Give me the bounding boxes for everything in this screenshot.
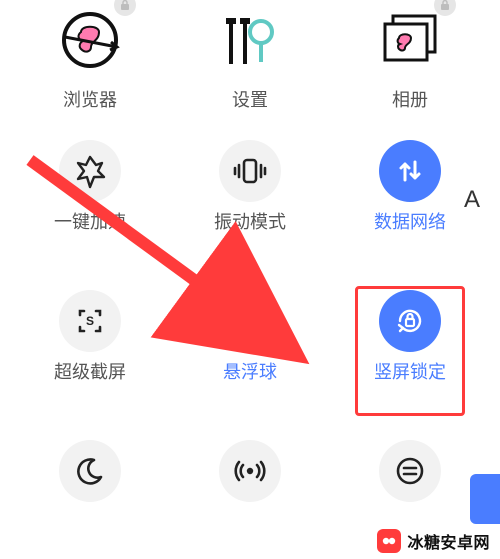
toggle-vibrate[interactable]: 振动模式 xyxy=(170,140,330,290)
watermark: 冰糖安卓网 xyxy=(377,529,490,553)
toggle-label: 竖屏锁定 xyxy=(374,358,446,384)
app-settings[interactable]: 设置 xyxy=(170,0,330,140)
app-browser[interactable]: 浏览器 xyxy=(10,0,170,140)
lock-badge-icon xyxy=(114,0,136,16)
gallery-icon xyxy=(370,0,450,80)
toggle-label: 振动模式 xyxy=(214,208,286,234)
watermark-text: 冰糖安卓网 xyxy=(407,529,490,553)
speedup-icon xyxy=(59,140,121,202)
svg-text:S: S xyxy=(86,314,94,328)
quick-settings-row-2: S 超级截屏 悬浮球 竖屏锁定 xyxy=(0,290,500,440)
font-size-toggle[interactable]: A xyxy=(452,180,492,220)
side-handle[interactable] xyxy=(470,474,500,524)
floating-ball-icon xyxy=(219,290,281,352)
watermark-icon xyxy=(377,529,401,553)
toggle-hotspot[interactable] xyxy=(170,440,330,550)
browser-icon xyxy=(50,0,130,80)
hotspot-icon xyxy=(219,440,281,502)
screenshot-icon: S xyxy=(59,290,121,352)
portrait-lock-icon xyxy=(379,290,441,352)
toggle-dnd[interactable] xyxy=(10,440,170,550)
toggle-portrait-lock[interactable]: 竖屏锁定 xyxy=(330,290,490,440)
moon-icon xyxy=(59,440,121,502)
lock-badge-icon xyxy=(434,0,456,16)
app-label: 设置 xyxy=(232,86,268,112)
toggle-floating-ball[interactable]: 悬浮球 xyxy=(170,290,330,440)
toggle-label: 数据网络 xyxy=(374,208,446,234)
app-label: 相册 xyxy=(392,86,428,112)
toggle-label: 悬浮球 xyxy=(223,358,277,384)
app-label: 浏览器 xyxy=(63,86,117,112)
vibrate-icon xyxy=(219,140,281,202)
font-size-label: A xyxy=(464,186,480,214)
toggle-speedup[interactable]: 一键加速 xyxy=(10,140,170,290)
quick-settings-row-1: 一键加速 振动模式 数据网络 xyxy=(0,140,500,290)
data-icon xyxy=(379,140,441,202)
settings-icon xyxy=(210,0,290,80)
more-icon xyxy=(379,440,441,502)
app-row: 浏览器 设置 相册 xyxy=(0,0,500,140)
app-gallery[interactable]: 相册 xyxy=(330,0,490,140)
toggle-label: 一键加速 xyxy=(54,208,126,234)
toggle-label: 超级截屏 xyxy=(54,358,126,384)
toggle-super-screenshot[interactable]: S 超级截屏 xyxy=(10,290,170,440)
